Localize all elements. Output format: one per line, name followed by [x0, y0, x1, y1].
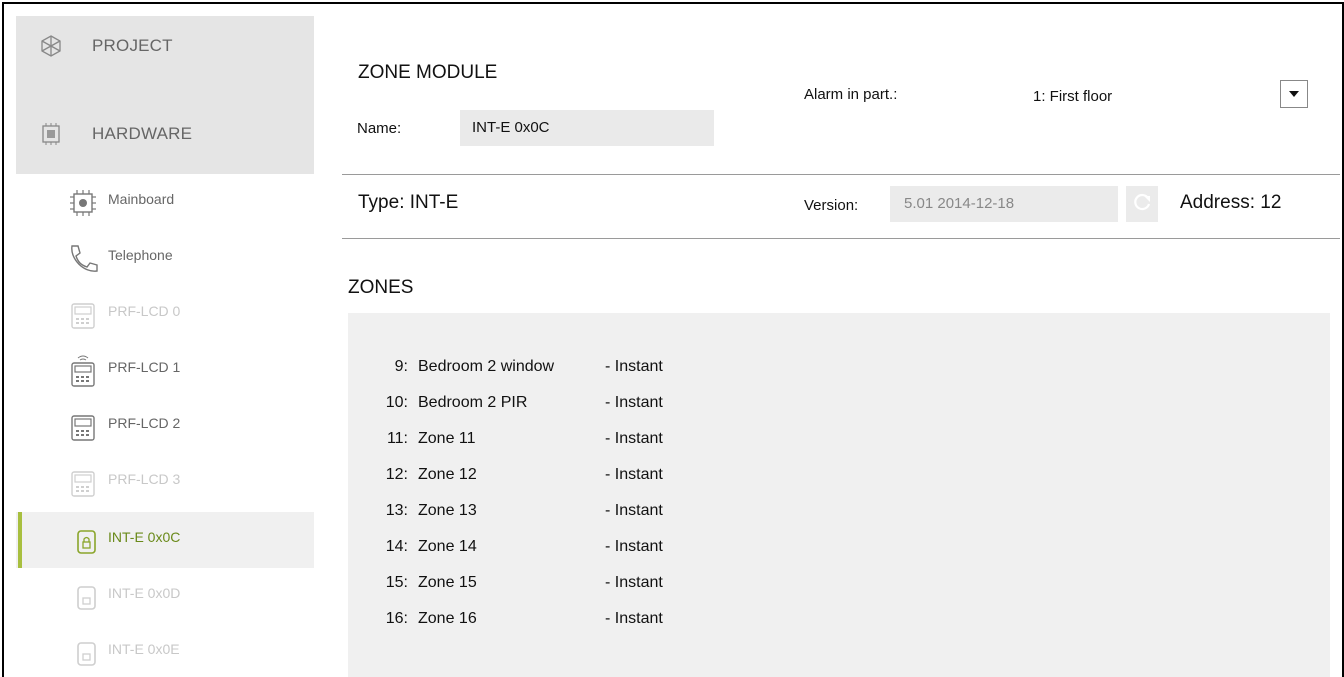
main-panel: ZONE MODULE Name: INT-E 0x0C Alarm in pa…	[330, 4, 1340, 677]
refresh-button[interactable]	[1126, 186, 1158, 222]
sidebar-item-prf-lcd-0[interactable]: PRF-LCD 0	[16, 286, 314, 342]
version-field: 5.01 2014-12-18	[890, 186, 1118, 222]
zone-number: 10:	[385, 394, 408, 411]
keypad-icon	[66, 466, 100, 500]
page-title: ZONE MODULE	[358, 62, 498, 83]
sidebar-item-label: PRF-LCD 3	[108, 471, 181, 487]
zone-number: 16:	[385, 610, 408, 627]
sidebar-item-int-e-0x0e[interactable]: INT-E 0x0E	[16, 624, 314, 677]
keypad-icon	[66, 410, 100, 444]
zone-number: 9:	[394, 358, 408, 375]
version-label: Version:	[804, 197, 859, 214]
sidebar: PROJECT HARDWARE Mainboard Telephone PRF…	[16, 16, 314, 677]
alarm-partition-dropdown-button[interactable]	[1280, 80, 1308, 108]
sidebar-item-int-e-0x0c[interactable]: INT-E 0x0C	[16, 512, 314, 568]
project-icon	[40, 35, 62, 57]
module-icon	[74, 524, 108, 558]
sidebar-item-label: HARDWARE	[92, 124, 193, 143]
active-indicator	[18, 512, 22, 568]
zone-number: 13:	[385, 502, 408, 519]
module-icon	[74, 636, 108, 670]
zone-mode: - Instant	[605, 574, 663, 591]
sidebar-item-label: PRF-LCD 1	[108, 359, 181, 375]
sidebar-item-prf-lcd-1[interactable]: PRF-LCD 1	[16, 342, 314, 398]
hardware-icon	[40, 123, 62, 145]
divider	[342, 238, 1340, 239]
zone-number: 12:	[385, 466, 408, 483]
sidebar-item-label: PROJECT	[92, 36, 173, 55]
address-label: Address: 12	[1180, 192, 1282, 213]
type-label: Type: INT-E	[358, 192, 459, 213]
name-label: Name:	[357, 120, 402, 137]
zone-name: Zone 15	[418, 574, 477, 591]
sidebar-item-label: INT-E 0x0D	[108, 585, 181, 601]
module-icon	[74, 580, 108, 614]
sidebar-item-project[interactable]: PROJECT	[16, 16, 314, 76]
alarm-partition-label: Alarm in part.:	[804, 86, 898, 103]
zone-name: Zone 13	[418, 502, 477, 519]
sidebar-item-telephone[interactable]: Telephone	[16, 230, 314, 286]
alarm-partition-select[interactable]: 1: First floor	[1033, 88, 1112, 105]
sidebar-item-label: PRF-LCD 2	[108, 415, 181, 431]
sidebar-item-mainboard[interactable]: Mainboard	[16, 174, 314, 230]
zone-name: Zone 14	[418, 538, 477, 555]
app-window: PROJECT HARDWARE Mainboard Telephone PRF…	[2, 2, 1344, 677]
sidebar-top-section: PROJECT HARDWARE	[16, 16, 314, 174]
sidebar-item-label: PRF-LCD 0	[108, 303, 181, 319]
zone-mode: - Instant	[605, 538, 663, 555]
zone-name: Zone 12	[418, 466, 477, 483]
zone-name: Zone 16	[418, 610, 477, 627]
telephone-icon	[66, 242, 100, 276]
zones-list: 9: Bedroom 2 window - Instant 10: Bedroo…	[348, 313, 1330, 677]
zones-title: ZONES	[348, 277, 414, 298]
sidebar-item-label: Mainboard	[108, 191, 175, 207]
zone-number: 15:	[385, 574, 408, 591]
mainboard-icon	[66, 186, 100, 220]
sidebar-item-prf-lcd-2[interactable]: PRF-LCD 2	[16, 398, 314, 454]
zone-number: 14:	[385, 538, 408, 555]
zone-mode: - Instant	[605, 358, 663, 375]
wireless-keypad-icon	[66, 354, 100, 388]
zone-mode: - Instant	[605, 394, 663, 411]
zone-number: 11:	[386, 430, 408, 447]
sidebar-item-prf-lcd-3[interactable]: PRF-LCD 3	[16, 454, 314, 510]
zone-mode: - Instant	[605, 502, 663, 519]
zone-mode: - Instant	[605, 466, 663, 483]
sidebar-item-label: INT-E 0x0E	[108, 641, 180, 657]
chevron-down-icon	[1289, 91, 1299, 97]
sidebar-item-label: INT-E 0x0C	[108, 529, 181, 545]
zone-name: Zone 11	[418, 430, 476, 447]
keypad-icon	[66, 298, 100, 332]
zone-mode: - Instant	[605, 610, 663, 627]
zone-name: Bedroom 2 PIR	[418, 394, 528, 411]
name-field[interactable]: INT-E 0x0C	[460, 110, 714, 146]
sidebar-item-label: Telephone	[108, 247, 173, 263]
sidebar-item-hardware[interactable]: HARDWARE	[16, 104, 314, 164]
sidebar-item-int-e-0x0d[interactable]: INT-E 0x0D	[16, 568, 314, 624]
zone-mode: - Instant	[605, 430, 663, 447]
divider	[342, 174, 1340, 175]
refresh-icon	[1131, 191, 1153, 218]
zone-name: Bedroom 2 window	[418, 358, 555, 375]
